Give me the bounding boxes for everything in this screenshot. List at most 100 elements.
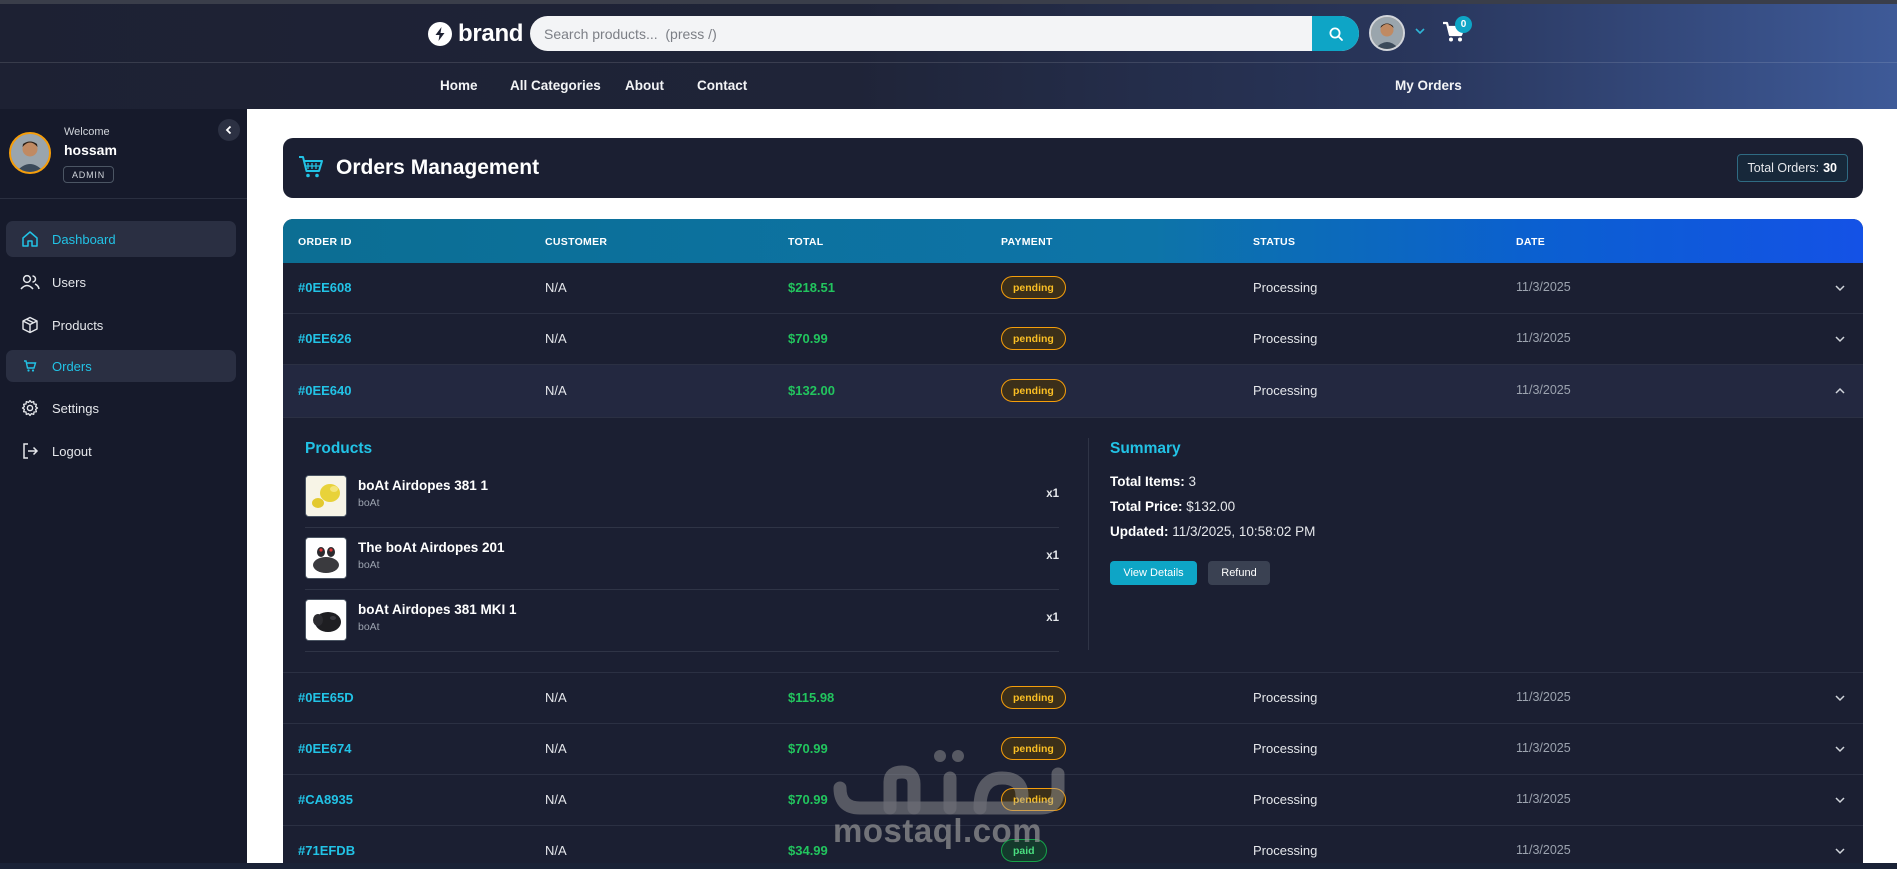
sidebar-item-users[interactable]: Users — [6, 264, 236, 300]
chevron-down-icon[interactable] — [1834, 743, 1846, 758]
user-name: hossam — [64, 142, 117, 158]
brand-logo[interactable]: brand — [428, 20, 523, 48]
table-row-expanded[interactable]: #0EE640 N/A $132.00 pending Processing 1… — [283, 365, 1863, 418]
payment-badge: pending — [1001, 788, 1066, 811]
sidebar-item-logout[interactable]: Logout — [6, 433, 236, 469]
order-id-link[interactable]: #0EE608 — [298, 280, 352, 295]
summary-value: $132.00 — [1186, 499, 1236, 514]
chevron-down-icon[interactable] — [1834, 692, 1846, 707]
product-item: The boAt Airdopes 201 boAt x1 — [305, 528, 1059, 590]
chevron-down-icon[interactable] — [1414, 24, 1426, 42]
column-header-customer: CUSTOMER — [545, 236, 608, 248]
sidebar: Welcome hossam ADMIN Dashboard Users Pro… — [0, 109, 247, 869]
status-cell: Processing — [1253, 843, 1318, 858]
sidebar-item-settings[interactable]: Settings — [6, 390, 236, 426]
sidebar-item-products[interactable]: Products — [6, 307, 236, 343]
sidebar-item-orders[interactable]: Orders — [6, 350, 236, 382]
chevron-down-icon[interactable] — [1834, 333, 1846, 348]
total-orders-label: Total Orders: — [1747, 161, 1820, 175]
status-cell: Processing — [1253, 280, 1318, 295]
sidebar-item-label: Orders — [52, 358, 92, 374]
order-id-link[interactable]: #0EE640 — [298, 383, 352, 398]
search-bar — [530, 16, 1359, 51]
status-cell: Processing — [1253, 741, 1318, 756]
orders-header-card: Orders Management Total Orders: 30 — [283, 138, 1863, 198]
status-cell: Processing — [1253, 331, 1318, 346]
column-header-status: STATUS — [1253, 236, 1296, 248]
date-cell: 11/3/2025 — [1516, 690, 1571, 704]
payment-status-pill: pending — [1001, 276, 1066, 299]
table-row[interactable]: #0EE626 N/A $70.99 pending Processing 11… — [283, 314, 1863, 365]
customer-cell: N/A — [545, 843, 567, 858]
summary-value: 11/3/2025, 10:58:02 PM — [1172, 524, 1316, 539]
product-thumbnail — [305, 599, 347, 641]
summary-label: Total Items: — [1110, 474, 1185, 489]
shopping-cart-icon — [298, 155, 324, 184]
product-name: boAt Airdopes 381 1 — [358, 478, 489, 493]
product-item: boAt Airdopes 381 1 boAt x1 — [305, 466, 1059, 528]
product-quantity: x1 — [1046, 488, 1059, 500]
payment-status-pill: pending — [1001, 327, 1066, 350]
total-cell: $218.51 — [788, 280, 835, 295]
product-name: The boAt Airdopes 201 — [358, 540, 505, 555]
nav-my-orders[interactable]: My Orders — [1395, 78, 1462, 93]
table-header: ORDER ID CUSTOMER TOTAL PAYMENT STATUS D… — [283, 219, 1863, 263]
column-header-date: DATE — [1516, 236, 1546, 248]
payment-badge: pending — [1001, 276, 1066, 299]
chevron-down-icon[interactable] — [1834, 794, 1846, 809]
user-avatar[interactable] — [1369, 15, 1405, 51]
details-divider — [1088, 438, 1089, 650]
nav-divider — [0, 62, 1897, 63]
sidebar-item-label: Users — [52, 274, 86, 290]
bottom-strip — [0, 863, 1897, 869]
column-header-total: TOTAL — [788, 236, 824, 248]
nav-contact[interactable]: Contact — [697, 78, 747, 93]
sidebar-collapse-button[interactable] — [218, 119, 240, 141]
table-row[interactable]: #0EE65D N/A $115.98 pending Processing 1… — [283, 673, 1863, 724]
date-cell: 11/3/2025 — [1516, 331, 1571, 345]
table-row[interactable]: #0EE608 N/A $218.51 pending Processing 1… — [283, 263, 1863, 314]
status-cell: Processing — [1253, 792, 1318, 807]
orders-table: ORDER ID CUSTOMER TOTAL PAYMENT STATUS D… — [283, 219, 1863, 869]
order-id-link[interactable]: #0EE626 — [298, 331, 352, 346]
sidebar-item-label: Settings — [52, 400, 99, 416]
order-id-link[interactable]: #0EE674 — [298, 741, 352, 756]
total-orders-badge: Total Orders: 30 — [1736, 154, 1848, 182]
view-details-button[interactable]: View Details — [1110, 561, 1197, 585]
total-cell: $70.99 — [788, 331, 828, 346]
total-cell: $70.99 — [788, 741, 828, 756]
nav-home[interactable]: Home — [440, 78, 478, 93]
table-row[interactable]: #CA8935 N/A $70.99 pending Processing 11… — [283, 775, 1863, 826]
cart-count-badge: 0 — [1455, 16, 1472, 33]
total-cell: $132.00 — [788, 383, 835, 398]
product-thumbnail — [305, 537, 347, 579]
payment-badge: pending — [1001, 737, 1066, 760]
sidebar-item-label: Products — [52, 317, 104, 333]
order-id-link[interactable]: #0EE65D — [298, 690, 354, 705]
table-row[interactable]: #0EE674 N/A $70.99 pending Processing 11… — [283, 724, 1863, 775]
chevron-down-icon[interactable] — [1834, 282, 1846, 297]
nav-all-categories[interactable]: All Categories — [510, 78, 601, 93]
customer-cell: N/A — [545, 383, 567, 398]
search-button[interactable] — [1312, 16, 1359, 51]
search-input[interactable] — [530, 16, 1310, 51]
refund-button[interactable]: Refund — [1208, 561, 1270, 585]
sidebar-item-dashboard[interactable]: Dashboard — [6, 221, 236, 257]
top-border — [0, 0, 1897, 4]
customer-cell: N/A — [545, 741, 567, 756]
product-quantity: x1 — [1046, 550, 1059, 562]
product-brand: boAt — [358, 559, 380, 571]
chevron-down-icon[interactable] — [1834, 845, 1846, 860]
summary-label: Total Price: — [1110, 499, 1183, 514]
logout-icon — [20, 441, 40, 461]
payment-badge: pending — [1001, 379, 1066, 402]
chevron-up-icon[interactable] — [1834, 385, 1846, 400]
watermark-text: mostaql.com — [833, 812, 1043, 849]
nav-about[interactable]: About — [625, 78, 664, 93]
products-heading: Products — [305, 440, 373, 457]
order-id-link[interactable]: #CA8935 — [298, 792, 353, 807]
product-name: boAt Airdopes 381 MKI 1 — [358, 602, 517, 617]
product-quantity: x1 — [1046, 612, 1059, 624]
order-id-link[interactable]: #71EFDB — [298, 843, 355, 858]
payment-status-pill: pending — [1001, 737, 1066, 760]
